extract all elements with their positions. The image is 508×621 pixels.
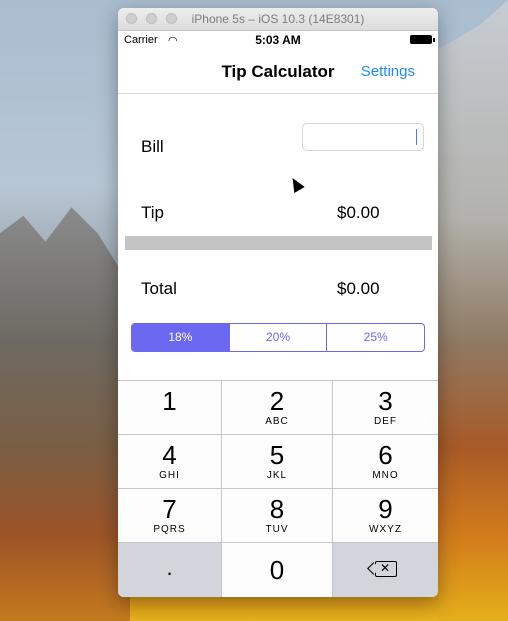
- tip-percentage-selector: 18% 20% 25%: [131, 323, 425, 352]
- key-0[interactable]: 0: [222, 542, 333, 597]
- text-caret: [416, 129, 417, 145]
- background-mountain-left: [0, 207, 130, 621]
- tip-label: Tip: [141, 203, 164, 222]
- simulator-window: iPhone 5s – iOS 10.3 (14E8301) Carrier ◠…: [118, 8, 438, 597]
- key-7[interactable]: 7 PQRS: [118, 488, 222, 542]
- status-bar: Carrier ◠ 5:03 AM: [118, 31, 438, 49]
- key-5[interactable]: 5 JKL: [222, 434, 333, 488]
- background-mountain-right: [438, 0, 508, 621]
- key-backspace[interactable]: ✕: [333, 542, 438, 597]
- bill-input[interactable]: [302, 123, 424, 151]
- key-decimal[interactable]: .: [118, 542, 222, 597]
- navigation-bar: Tip Calculator Settings: [118, 49, 438, 94]
- window-title: iPhone 5s – iOS 10.3 (14E8301): [191, 12, 365, 26]
- backspace-icon: ✕: [375, 561, 397, 577]
- number-keypad: 1 2 ABC 3 DEF 4 GHI 5 JKL 6 MNO 7 PQRS 8 TUV 9W…: [118, 380, 438, 597]
- key-2[interactable]: 2 ABC: [222, 380, 333, 434]
- key-4[interactable]: 4 GHI: [118, 434, 222, 488]
- status-time: 5:03 AM: [255, 33, 301, 47]
- tip-amount: $0.00: [337, 203, 380, 222]
- key-9[interactable]: 9 WXYZ: [333, 488, 438, 542]
- total-label: Total: [141, 279, 177, 298]
- key-3[interactable]: 3 DEF: [333, 380, 438, 434]
- bill-label: Bill: [141, 137, 164, 156]
- calculator-form: Bill Tip $0.00 Total $0.00 18% 20% 25%: [118, 94, 438, 374]
- window-titlebar[interactable]: iPhone 5s – iOS 10.3 (14E8301): [118, 8, 438, 31]
- key-8[interactable]: 8 TUV: [222, 488, 333, 542]
- tip-option-20[interactable]: 20%: [228, 324, 327, 351]
- battery-icon: [410, 35, 435, 44]
- settings-button[interactable]: Settings: [361, 63, 415, 80]
- tip-option-18[interactable]: 18%: [132, 324, 229, 351]
- divider-bar: [125, 236, 432, 250]
- key-1[interactable]: 1: [118, 380, 222, 434]
- key-6[interactable]: 6 MNO: [333, 434, 438, 488]
- tip-option-25[interactable]: 25%: [326, 324, 424, 351]
- total-amount: $0.00: [337, 279, 380, 298]
